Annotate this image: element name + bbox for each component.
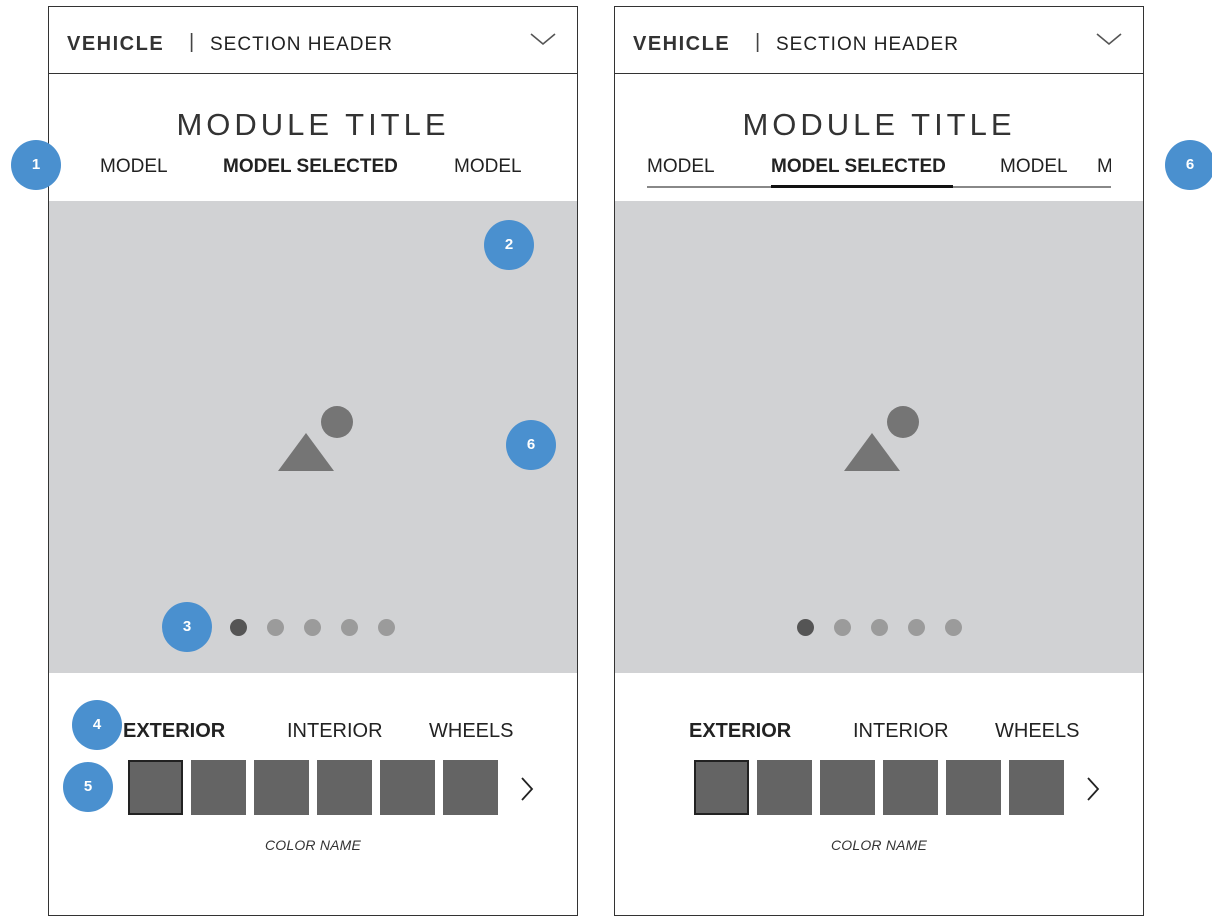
carousel-dot[interactable] <box>378 619 395 636</box>
model-tab-selected[interactable]: MODEL SELECTED <box>771 156 946 178</box>
header-section-title: SECTION HEADER <box>776 34 959 55</box>
carousel-dot[interactable] <box>834 619 851 636</box>
carousel-dot[interactable] <box>871 619 888 636</box>
carousel-dots <box>230 619 400 639</box>
carousel-dot[interactable] <box>267 619 284 636</box>
model-tabs-scroller[interactable]: MODEL MODEL SELECTED MODEL MODEL <box>647 152 1111 194</box>
chevron-down-icon[interactable] <box>1095 29 1123 49</box>
carousel-dot[interactable] <box>341 619 358 636</box>
color-swatch[interactable] <box>380 760 435 815</box>
annotation-badge: 3 <box>162 602 212 652</box>
carousel-dot-active[interactable] <box>797 619 814 636</box>
color-swatch[interactable] <box>1009 760 1064 815</box>
carousel-dot-active[interactable] <box>230 619 247 636</box>
annotation-badge: 6 <box>506 420 556 470</box>
annotation-badge: 2 <box>484 220 534 270</box>
color-swatch[interactable] <box>946 760 1001 815</box>
color-swatch[interactable] <box>820 760 875 815</box>
color-swatch[interactable] <box>757 760 812 815</box>
tab-interior[interactable]: INTERIOR <box>853 720 949 743</box>
color-swatch[interactable] <box>254 760 309 815</box>
vehicle-module-panel: VEHICLE | SECTION HEADER MODULE TITLE MO… <box>48 6 578 916</box>
annotation-badge: 1 <box>11 140 61 190</box>
color-swatch[interactable] <box>883 760 938 815</box>
model-tab[interactable]: MODEL <box>1097 156 1111 178</box>
carousel-dot[interactable] <box>908 619 925 636</box>
section-header[interactable]: VEHICLE | SECTION HEADER <box>615 7 1143 74</box>
annotation-badge: 5 <box>63 762 113 812</box>
vehicle-image-carousel[interactable] <box>49 201 577 673</box>
annotation-badge: 6 <box>1165 140 1212 190</box>
model-tab[interactable]: MODEL <box>454 156 522 178</box>
color-name-label: COLOR NAME <box>264 837 362 853</box>
model-tab-selected[interactable]: MODEL SELECTED <box>223 156 398 178</box>
carousel-dot[interactable] <box>945 619 962 636</box>
model-tab[interactable]: MODEL <box>647 156 715 178</box>
tab-exterior[interactable]: EXTERIOR <box>689 720 791 743</box>
tab-selected-indicator <box>771 185 953 188</box>
vehicle-image-carousel[interactable] <box>615 201 1143 673</box>
color-swatch[interactable] <box>191 760 246 815</box>
chevron-right-icon[interactable] <box>517 774 537 804</box>
color-swatch-selected[interactable] <box>128 760 183 815</box>
chevron-down-icon[interactable] <box>529 29 557 49</box>
module-title: MODULE TITLE <box>742 107 1016 142</box>
carousel-dots <box>797 619 967 639</box>
section-header[interactable]: VEHICLE | SECTION HEADER <box>49 7 577 74</box>
annotation-badge: 4 <box>72 700 122 750</box>
vehicle-module-panel: VEHICLE | SECTION HEADER MODULE TITLE MO… <box>614 6 1144 916</box>
header-separator: | <box>189 31 195 53</box>
tab-interior[interactable]: INTERIOR <box>287 720 383 743</box>
chevron-right-icon[interactable] <box>1083 774 1103 804</box>
header-section-title: SECTION HEADER <box>210 34 393 55</box>
color-swatch[interactable] <box>443 760 498 815</box>
model-tab[interactable]: MODEL <box>1000 156 1068 178</box>
model-tab[interactable]: MODEL <box>100 156 168 178</box>
tab-exterior[interactable]: EXTERIOR <box>123 720 225 743</box>
color-swatch[interactable] <box>317 760 372 815</box>
tab-wheels[interactable]: WHEELS <box>995 720 1079 743</box>
carousel-dot[interactable] <box>304 619 321 636</box>
image-placeholder-icon <box>844 406 919 471</box>
header-separator: | <box>755 31 761 53</box>
tab-wheels[interactable]: WHEELS <box>429 720 513 743</box>
color-swatch-selected[interactable] <box>694 760 749 815</box>
color-name-label: COLOR NAME <box>830 837 928 853</box>
image-placeholder-icon <box>278 406 353 471</box>
module-title: MODULE TITLE <box>176 107 450 142</box>
header-brand: VEHICLE <box>67 33 165 55</box>
header-brand: VEHICLE <box>633 33 731 55</box>
